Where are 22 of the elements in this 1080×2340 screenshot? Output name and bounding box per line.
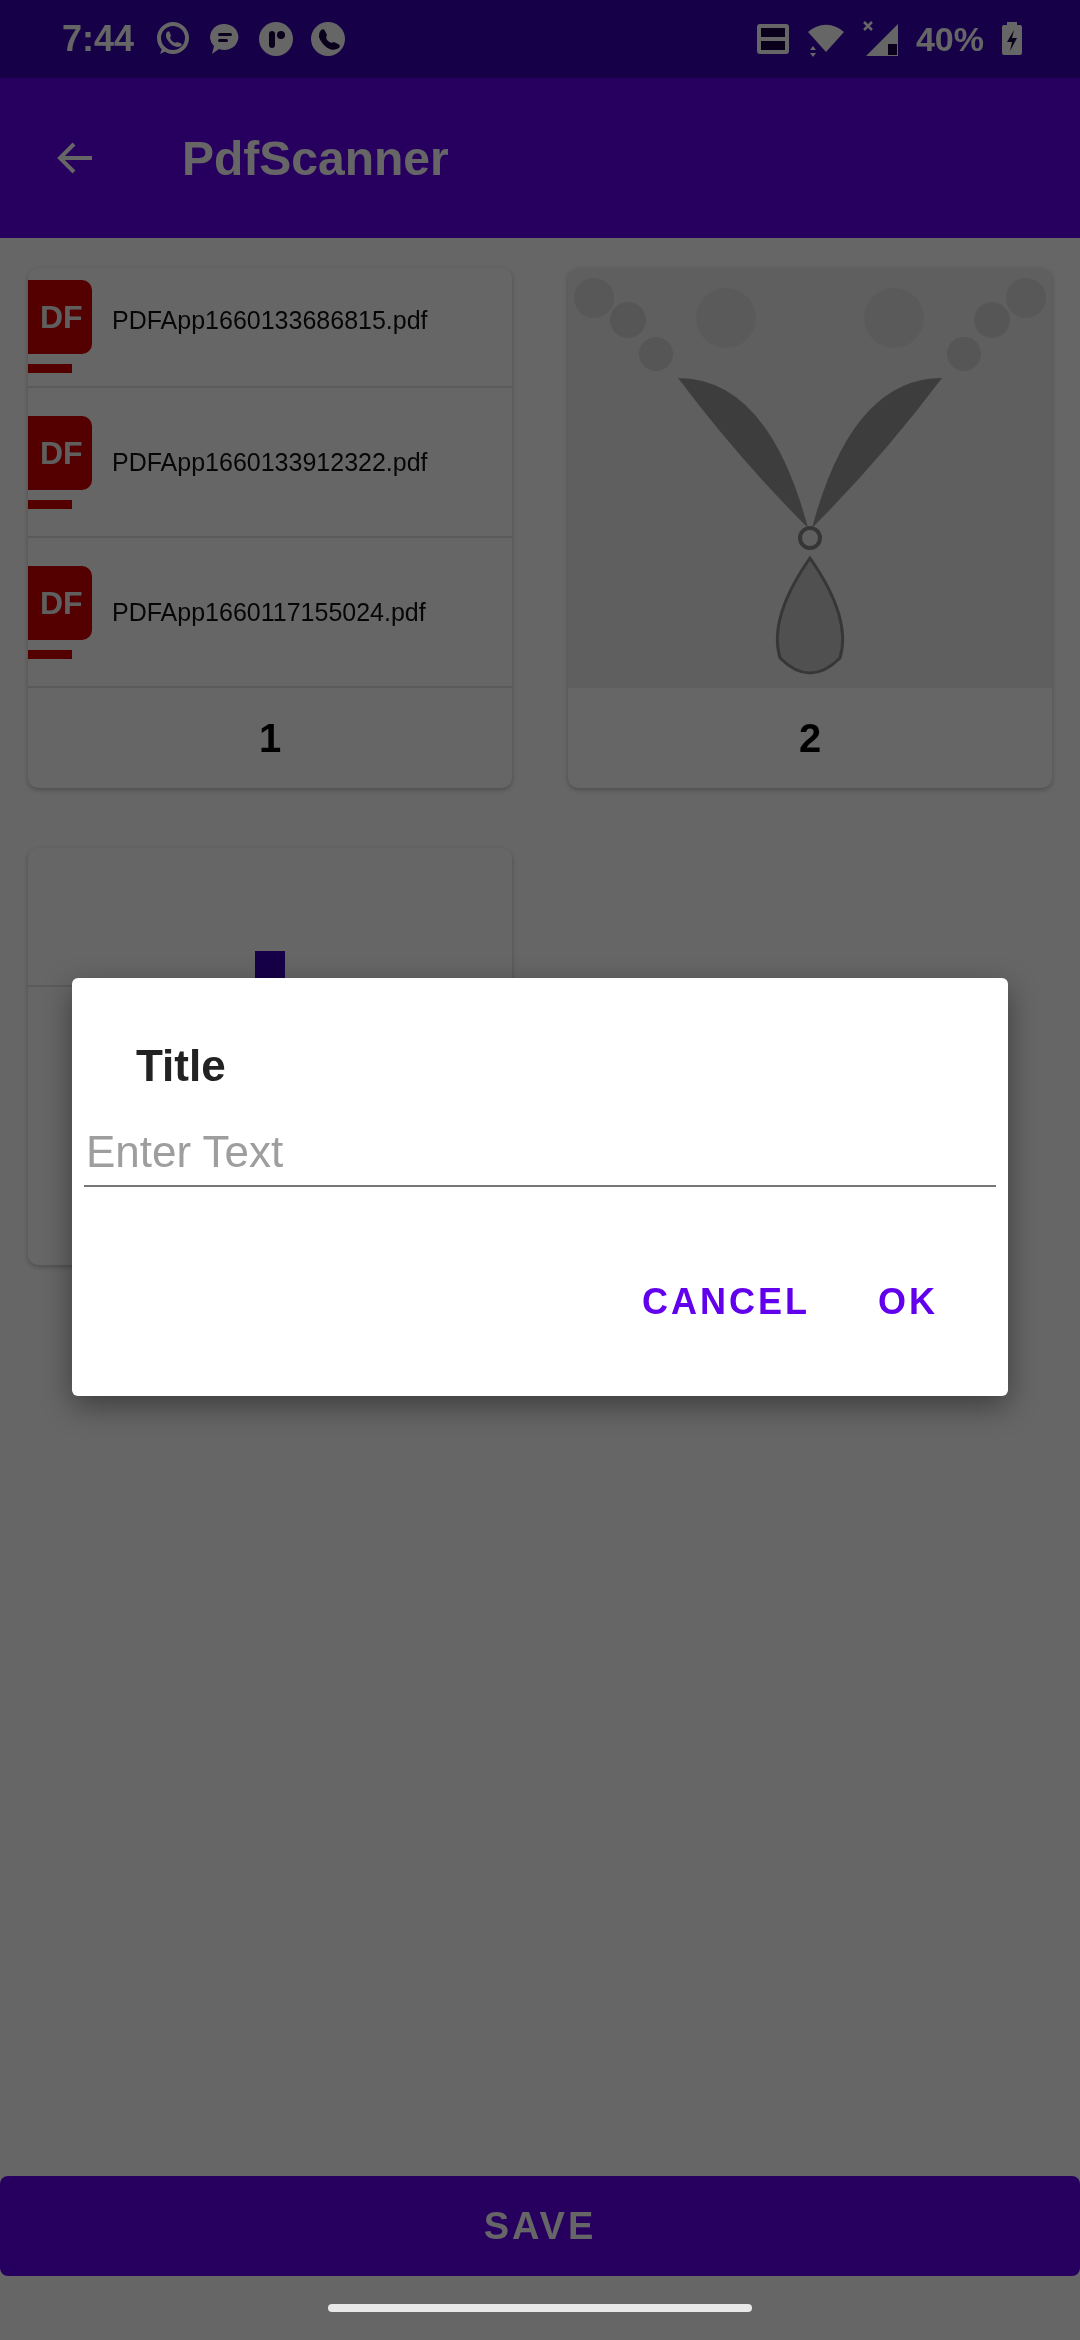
file-name: PDFApp1660117155024.pdf bbox=[112, 597, 426, 627]
file-name: PDFApp1660133686815.pdf bbox=[112, 306, 428, 335]
file-row[interactable]: DF PDFApp1660117155024.pdf bbox=[28, 538, 512, 688]
text-input-field[interactable]: Enter Text bbox=[84, 1126, 996, 1187]
battery-icon bbox=[1000, 21, 1024, 57]
page-number: 1 bbox=[257, 714, 283, 762]
file-row[interactable]: DF PDFApp1660133686815.pdf bbox=[28, 268, 512, 388]
dialog-title: Title bbox=[135, 1040, 227, 1092]
clock-time: 7:44 bbox=[62, 18, 135, 60]
save-button[interactable]: SAVE bbox=[0, 2176, 1080, 2276]
cancel-button[interactable]: CANCEL bbox=[628, 1268, 824, 1335]
app-title: PdfScanner bbox=[182, 130, 449, 186]
file-name: PDFApp1660133912322.pdf bbox=[112, 447, 428, 477]
signal-icon bbox=[861, 20, 900, 58]
app-icon bbox=[258, 21, 295, 57]
page-number: 2 bbox=[797, 714, 823, 762]
file-row[interactable]: DF PDFApp1660133912322.pdf bbox=[28, 388, 512, 538]
ok-button[interactable]: OK bbox=[864, 1268, 952, 1335]
battery-percentage: 40% bbox=[915, 19, 984, 59]
page-card[interactable]: 2 bbox=[568, 268, 1052, 788]
phone-icon bbox=[310, 21, 347, 57]
page-card[interactable]: DF PDFApp1660133686815.pdf DF PDFApp1660133912322.pdf DF PDFApp1660117155024.pdf 1 bbox=[28, 268, 512, 788]
